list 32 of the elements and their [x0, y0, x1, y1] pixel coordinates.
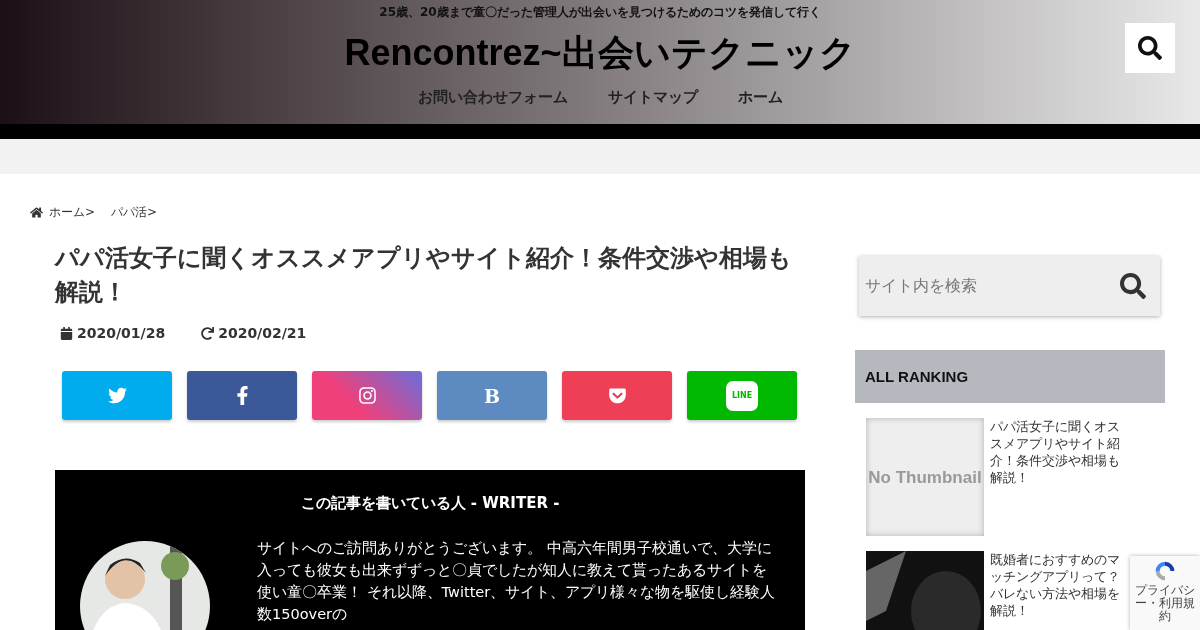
- writer-bio: サイトへのご訪問ありがとうございます。 中高六年間男子校通いで、大学に入っても彼女も出来ずずっと〇貞でしたが知人に教えて貰ったあるサイトを使い童〇卒業！ それ以降、Twitter、サイト、アプリ様々な物を駆使し経験人数150overの: [257, 539, 777, 624]
- share-button[interactable]: B: [437, 371, 547, 420]
- ranking-item[interactable]: No Thumbnail パパ活女子に聞くオススメアプリやサイト紹介！条件交渉や相場も解説！: [866, 418, 1129, 536]
- ranking-item[interactable]: 既婚者におすすめのマッチングアプリって？バレない方法や相場を解説！: [866, 551, 1129, 630]
- share-button[interactable]: [187, 371, 297, 420]
- share-button[interactable]: [312, 371, 422, 420]
- no-thumbnail: No Thumbnail: [866, 418, 984, 536]
- breadcrumb-link[interactable]: ホーム>: [49, 204, 96, 221]
- search-icon: [1120, 273, 1146, 299]
- refresh-icon: [201, 326, 215, 340]
- recaptcha-icon: [1153, 559, 1177, 583]
- updated-date: 2020/02/21: [201, 325, 307, 341]
- camera-icon: [357, 386, 377, 405]
- bird-icon: [107, 386, 127, 405]
- search-icon: [1138, 36, 1162, 60]
- share-button[interactable]: [62, 371, 172, 420]
- share-button[interactable]: [562, 371, 672, 420]
- calendar-icon: [60, 326, 73, 340]
- search-button[interactable]: [1125, 23, 1175, 73]
- site-tagline: 25歳、20歳まで童〇だった管理人が出会いを見つけるためのコツを発信して行く: [379, 4, 821, 21]
- article-title: パパ活女子に聞くオススメアプリやサイト紹介！条件交渉や相場も解説！: [55, 243, 793, 307]
- nav-link[interactable]: サイトマップ: [607, 88, 698, 107]
- recaptcha-terms[interactable]: プライバシー・利用規約: [1134, 584, 1196, 623]
- home-icon: [30, 206, 43, 219]
- site-logo[interactable]: Rencontrez~出会いテクニック: [344, 29, 856, 78]
- nav-link[interactable]: ホーム: [737, 88, 783, 107]
- breadcrumb-link[interactable]: パパ活>: [111, 204, 158, 221]
- search-field[interactable]: サイト内を検索: [859, 256, 1160, 316]
- pocket-icon: [607, 386, 627, 405]
- ranking-heading: ALL RANKING: [855, 350, 1165, 403]
- writer-heading: この記事を書いている人 - WRITER -: [299, 494, 561, 513]
- published-date: 2020/01/28: [60, 325, 166, 341]
